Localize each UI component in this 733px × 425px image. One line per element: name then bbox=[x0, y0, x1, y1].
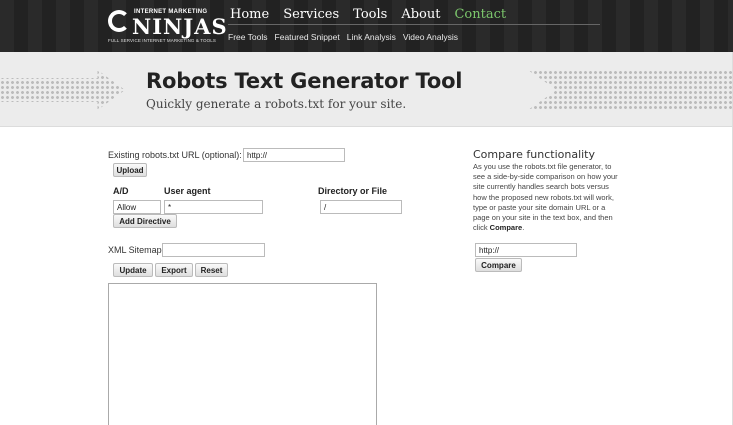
col-header-ad: A/D bbox=[113, 186, 129, 196]
existing-url-label: Existing robots.txt URL (optional): bbox=[108, 150, 242, 160]
page-banner: Robots Text Generator Tool Quickly gener… bbox=[0, 52, 733, 127]
arrow-dots-right-icon bbox=[528, 70, 733, 110]
compare-title: Compare functionality bbox=[473, 148, 596, 161]
logo-sub-text: FULL SERVICE INTERNET MARKETING & TOOLS bbox=[108, 38, 216, 43]
add-directive-button[interactable]: Add Directive bbox=[113, 214, 177, 228]
compare-text-bold: Compare bbox=[489, 223, 523, 233]
nav-home[interactable]: Home bbox=[230, 7, 269, 22]
nav-about[interactable]: About bbox=[401, 7, 440, 22]
xml-sitemap-label: XML Sitemap bbox=[108, 245, 162, 255]
main-nav: Home Services Tools About Contact bbox=[230, 7, 506, 22]
site-logo[interactable]: INTERNET MARKETING NINJAS FULL SERVICE I… bbox=[108, 8, 227, 46]
export-button[interactable]: Export bbox=[155, 263, 193, 277]
compare-text-after: . bbox=[522, 223, 525, 233]
col-header-user-agent: User agent bbox=[164, 186, 211, 196]
reset-button[interactable]: Reset bbox=[195, 263, 228, 277]
subnav-featured-snippet[interactable]: Featured Snippet bbox=[275, 32, 340, 42]
sub-nav: Free Tools Featured Snippet Link Analysi… bbox=[228, 32, 458, 42]
compare-description: As you use the robots.txt file generator… bbox=[473, 162, 623, 233]
nav-services[interactable]: Services bbox=[283, 7, 339, 22]
site-header: INTERNET MARKETING NINJAS FULL SERVICE I… bbox=[0, 0, 733, 52]
upload-button[interactable]: Upload bbox=[113, 163, 147, 177]
subnav-free-tools[interactable]: Free Tools bbox=[228, 32, 268, 42]
existing-url-input[interactable] bbox=[243, 148, 345, 162]
col-header-directory: Directory or File bbox=[318, 186, 388, 196]
logo-mark-icon bbox=[108, 10, 130, 32]
logo-main-text: NINJAS bbox=[132, 14, 228, 39]
ad-select[interactable] bbox=[113, 200, 161, 214]
arrow-dots-left-icon bbox=[0, 70, 125, 110]
update-button[interactable]: Update bbox=[113, 263, 153, 277]
compare-button[interactable]: Compare bbox=[475, 258, 522, 272]
compare-url-input[interactable] bbox=[475, 243, 577, 257]
page-title: Robots Text Generator Tool bbox=[146, 69, 463, 93]
nav-tools[interactable]: Tools bbox=[353, 7, 387, 22]
xml-sitemap-input[interactable] bbox=[162, 243, 265, 257]
nav-divider bbox=[228, 24, 600, 25]
compare-text-before: As you use the robots.txt file generator… bbox=[473, 162, 618, 233]
nav-contact[interactable]: Contact bbox=[454, 7, 506, 22]
user-agent-input[interactable] bbox=[164, 200, 263, 214]
page-subtitle: Quickly generate a robots.txt for your s… bbox=[146, 97, 407, 111]
directory-input[interactable] bbox=[320, 200, 402, 214]
subnav-video-analysis[interactable]: Video Analysis bbox=[403, 32, 458, 42]
subnav-link-analysis[interactable]: Link Analysis bbox=[347, 32, 396, 42]
robots-output-textarea[interactable] bbox=[108, 283, 377, 425]
